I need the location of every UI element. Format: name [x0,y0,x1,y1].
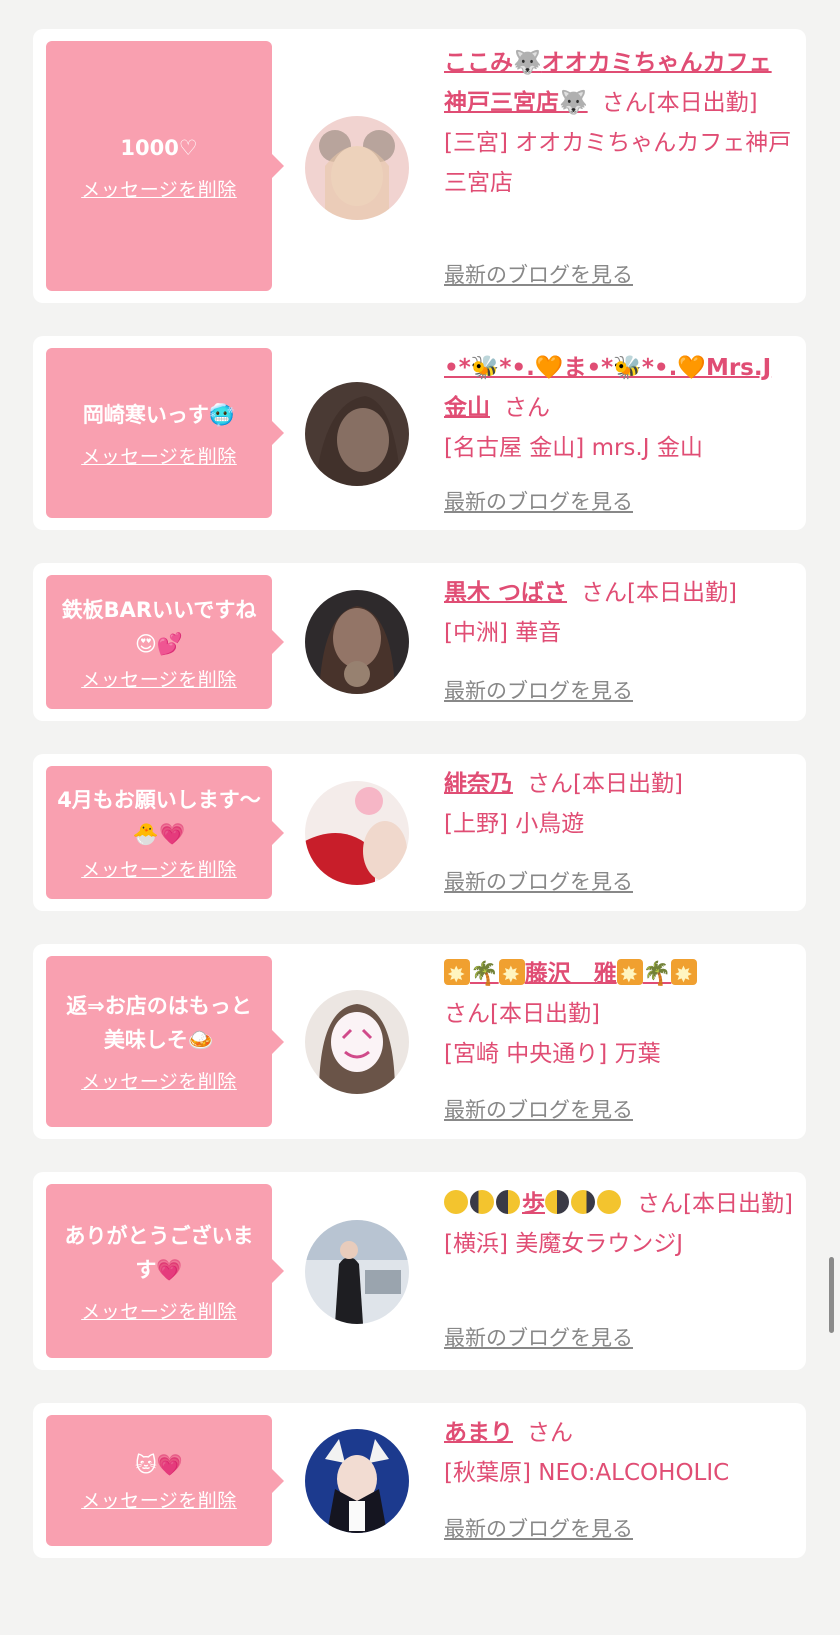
avatar[interactable] [305,382,409,486]
avatar[interactable] [305,990,409,1094]
delete-message-button[interactable]: メッセージを削除 [81,1067,237,1094]
message-text: ありがとうございます💗 [64,1223,254,1282]
latest-blog-link[interactable]: 最新のブログを見る [444,866,633,896]
honorific: さん [601,90,648,116]
cast-info: 緋奈乃 さん[本日出勤] [上野] 小鳥遊 [444,764,794,844]
message-bubble: 岡崎寒いっす🥶 メッセージを削除 [46,348,284,518]
cast-name-link[interactable]: あまり [444,1420,513,1446]
message-list: 1000♡ メッセージを削除 ここみ🐺オオカミちゃんカフェ神戸三宮店🐺 さん[本日… [0,0,840,1635]
message-text: 返⇒お店のはもっと美味しそ🍛 [66,994,252,1052]
honorific: さん [527,1420,573,1446]
palm-tree-icon: 🌴 [470,961,499,987]
delete-message-button[interactable]: メッセージを削除 [81,175,237,202]
shop-info: [上野] 小鳥遊 [444,811,585,837]
message-bubble: ありがとうございます💗 メッセージを削除 [46,1184,284,1358]
message-text: 4月もお願いします〜🐣💗 [57,788,261,846]
honorific: さん [581,580,628,606]
cast-info: •*🐝*•.🧡ま•*🐝*•.🧡Mrs.J金山 さん [名古屋 金山] mrs.J … [444,348,794,468]
sparkle-icon [444,956,470,996]
cast-name-link[interactable]: 黒木 つばさ [444,580,567,606]
message-bubble: 鉄板BARいいですね😍💕 メッセージを削除 [46,575,284,709]
cast-info: 黒木 つばさ さん[本日出勤] [中洲] 華音 [444,573,794,653]
message-card: 岡崎寒いっす🥶 メッセージを削除 •*🐝*•.🧡ま•*🐝*•.🧡Mrs.J金山さ… [33,336,806,530]
message-bubble: 4月もお願いします〜🐣💗 メッセージを削除 [46,766,284,899]
avatar[interactable] [305,1220,409,1324]
honorific: さん [637,1191,683,1217]
shop-info: [宮崎 中央通り] 万葉 [444,1041,661,1067]
cast-name-link[interactable]: 緋奈乃 [444,771,513,797]
status-text: [本日出勤] [683,1191,793,1217]
message-card: 1000♡ メッセージを削除 ここみ🐺オオカミちゃんカフェ神戸三宮店🐺 さん[本日… [33,29,806,303]
latest-blog-link[interactable]: 最新のブログを見る [444,1513,633,1543]
delete-message-button[interactable]: メッセージを削除 [81,442,237,469]
latest-blog-link[interactable]: 最新のブログを見る [444,675,633,705]
scrollbar[interactable] [829,1257,834,1333]
message-text: 鉄板BARいいですね😍💕 [61,597,257,656]
honorific: さん [444,1001,490,1027]
message-bubble: 1000♡ メッセージを削除 [46,41,284,291]
cast-info: 🌴藤沢 雅🌴 さん[本日出勤] [宮崎 中央通り] 万葉 [444,954,794,1074]
cast-name-link[interactable]: •*🐝*•.🧡ま•*🐝*•.🧡Mrs.J金山 [444,355,771,421]
gibbous-moon-icon [470,1190,494,1214]
status-text: [本日出勤] [573,771,683,797]
message-bubble: 返⇒お店のはもっと美味しそ🍛 メッセージを削除 [46,956,284,1127]
half-moon-icon [496,1190,520,1214]
message-text: 岡崎寒いっす🥶 [82,402,236,427]
message-card: 4月もお願いします〜🐣💗 メッセージを削除 緋奈乃 さん[本日出勤] [上野] 小… [33,754,806,911]
cast-info: 歩さん[本日出勤] [横浜] 美魔女ラウンジJ [444,1184,794,1264]
avatar[interactable] [305,1429,409,1533]
sparkle-icon [616,956,643,996]
palm-tree-icon: 🌴 [642,961,672,987]
latest-blog-link[interactable]: 最新のブログを見る [444,486,633,516]
latest-blog-link[interactable]: 最新のブログを見る [444,1322,633,1352]
shop-info: [横浜] 美魔女ラウンジJ [444,1231,684,1257]
cast-info: あまり さん [秋葉原] NEO:ALCOHOLIC [444,1413,794,1493]
message-card: ありがとうございます💗 メッセージを削除 歩さん[本日出勤] [横浜] 美魔女ラ… [33,1172,806,1370]
avatar[interactable] [305,781,409,885]
message-card: 返⇒お店のはもっと美味しそ🍛 メッセージを削除 🌴藤沢 雅🌴 さん[本日出勤] … [33,944,806,1139]
latest-blog-link[interactable]: 最新のブログを見る [444,1094,633,1124]
delete-message-button[interactable]: メッセージを削除 [81,855,237,882]
message-text: 🐱💗 [134,1453,184,1477]
avatar[interactable] [305,590,409,694]
message-card: 鉄板BARいいですね😍💕 メッセージを削除 黒木 つばさ さん[本日出勤] [中洲… [33,563,806,721]
full-moon-icon [444,1190,468,1214]
cast-name-link[interactable]: 歩 [444,1190,623,1217]
cast-name-link[interactable]: 🌴藤沢 雅🌴 [444,956,698,996]
half-moon-icon [545,1190,569,1214]
cast-info: ここみ🐺オオカミちゃんカフェ神戸三宮店🐺 さん[本日出勤] [三宮] オオカミちゃ… [444,43,794,203]
status-text: [本日出勤] [490,1001,600,1027]
shop-info: [秋葉原] NEO:ALCOHOLIC [444,1460,730,1486]
shop-info: [名古屋 金山] mrs.J 金山 [444,435,703,461]
delete-message-button[interactable]: メッセージを削除 [81,665,237,692]
sparkle-icon [498,956,525,996]
delete-message-button[interactable]: メッセージを削除 [81,1486,237,1513]
wolf-icon: 🐺 [513,50,542,76]
avatar[interactable] [305,116,409,220]
shop-info: [三宮] オオカミちゃんカフェ神戸三宮店 [444,130,792,196]
message-bubble: 🐱💗 メッセージを削除 [46,1415,284,1546]
delete-message-button[interactable]: メッセージを削除 [81,1297,237,1324]
honorific: さん [504,395,550,421]
sparkle-icon [671,956,698,996]
message-card: 🐱💗 メッセージを削除 あまり さん [秋葉原] NEO:ALCOHOLIC 最新… [33,1403,806,1558]
honorific: さん [527,771,573,797]
shop-info: [中洲] 華音 [444,620,562,646]
message-text: 1000♡ [120,135,198,160]
gibbous-moon-icon [571,1190,595,1214]
latest-blog-link[interactable]: 最新のブログを見る [444,259,633,289]
wolf-icon: 🐺 [559,90,588,116]
full-moon-icon [597,1190,621,1214]
status-text: [本日出勤] [627,580,737,606]
status-text: [本日出勤] [647,90,758,116]
